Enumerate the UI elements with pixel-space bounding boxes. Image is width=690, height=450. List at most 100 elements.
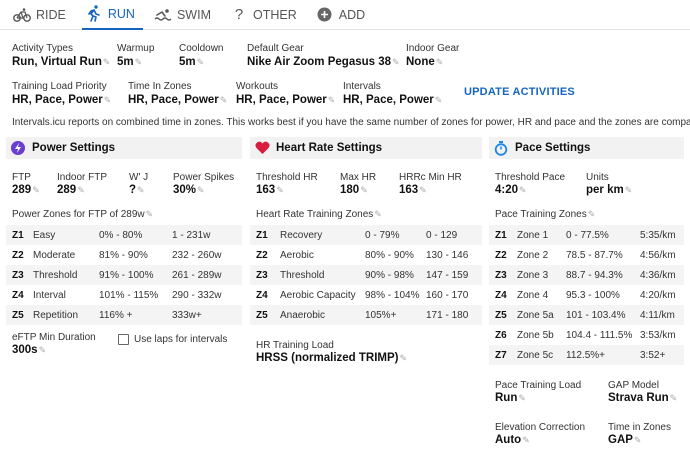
- workouts-label: Workouts: [236, 81, 279, 92]
- tab-add[interactable]: ADD: [313, 0, 373, 30]
- zone-percent: 80% - 90%: [365, 249, 414, 261]
- table-row: Z7 Zone 5c 112.5%+ 3:52+: [489, 345, 684, 365]
- tab-other-label: OTHER: [253, 7, 297, 22]
- activity-types-value[interactable]: Run, Virtual Run✎: [12, 56, 110, 68]
- zone-range: 4:36/km: [640, 269, 676, 281]
- pace-zones-title[interactable]: Pace Training Zones✎: [495, 209, 595, 220]
- zone-code: Z5: [12, 309, 24, 321]
- zones-note: Intervals.icu reports on combined time i…: [12, 117, 690, 128]
- zone-name: Zone 5b: [517, 329, 554, 341]
- table-row: Z2 Aerobic 80% - 90% 130 - 146: [250, 245, 482, 265]
- units-text: per km: [586, 184, 624, 196]
- workouts-value[interactable]: HR, Pace, Power✎: [236, 94, 335, 106]
- tab-run-label: RUN: [107, 6, 135, 21]
- tab-swim[interactable]: SWIM: [151, 0, 219, 30]
- training-load-priority-value[interactable]: HR, Pace, Power✎: [12, 94, 111, 106]
- hr-load-text: HRSS (normalized TRIMP): [256, 352, 399, 364]
- gap-model-value[interactable]: Strava Run✎: [608, 392, 677, 404]
- elevation-correction-value[interactable]: Auto✎: [495, 434, 530, 446]
- zone-range: 4:20/km: [640, 289, 676, 301]
- tab-ride[interactable]: RIDE: [10, 0, 74, 30]
- zone-code: Z3: [256, 269, 268, 281]
- edit-icon: ✎: [392, 57, 400, 67]
- zone-percent: 104.4 - 111.5%: [566, 329, 633, 341]
- plus-circle-icon: [315, 5, 335, 25]
- zone-code: Z2: [256, 249, 268, 261]
- max-hr-value[interactable]: 180✎: [340, 184, 368, 196]
- pace-settings-title: Pace Settings: [515, 142, 591, 154]
- cooldown-text: 5m: [179, 56, 196, 68]
- warmup-text: 5m: [117, 56, 134, 68]
- question-icon: ?: [234, 6, 244, 23]
- edit-icon: ✎: [103, 95, 112, 105]
- ftp-value[interactable]: 289✎: [12, 184, 40, 196]
- pace-tiz-label: Time in Zones: [608, 422, 671, 433]
- tab-run[interactable]: RUN: [81, 0, 143, 30]
- power-zones-title[interactable]: Power Zones for FTP of 289w✎: [12, 209, 153, 220]
- hr-zones-title-text: Heart Rate Training Zones: [256, 209, 374, 220]
- table-row: Z2 Zone 2 78.5 - 87.7% 4:56/km: [489, 245, 684, 265]
- swim-icon: [153, 5, 173, 25]
- units-label: Units: [586, 172, 609, 183]
- zone-range: 232 - 260w: [172, 249, 222, 261]
- time-in-zones-value[interactable]: HR, Pace, Power✎: [128, 94, 227, 106]
- pace-load-value[interactable]: Run✎: [495, 392, 526, 404]
- edit-icon: ✎: [327, 95, 336, 105]
- edit-icon: ✎: [519, 185, 527, 195]
- zone-name: Aerobic Capacity: [280, 289, 356, 301]
- edit-icon: ✎: [587, 209, 596, 219]
- power-zones-table: Z1 Easy 0% - 80% 1 - 231w Z2 Moderate 81% - 9…: [6, 225, 242, 325]
- pace-tiz-value[interactable]: GAP✎: [608, 434, 641, 446]
- table-row: Z6 Zone 5b 104.4 - 111.5% 3:53/km: [489, 325, 684, 345]
- table-row: Z3 Threshold 90% - 98% 147 - 159: [250, 265, 482, 285]
- warmup-value[interactable]: 5m✎: [117, 56, 142, 68]
- tab-ride-label: RIDE: [36, 7, 66, 22]
- power-spikes-value[interactable]: 30%✎: [173, 184, 205, 196]
- hr-zones-title[interactable]: Heart Rate Training Zones✎: [256, 209, 382, 220]
- edit-icon: ✎: [197, 185, 205, 195]
- gap-model-text: Strava Run: [608, 392, 669, 404]
- use-laps-checkbox[interactable]: [118, 334, 129, 345]
- zone-code: Z2: [495, 249, 507, 261]
- table-row: Z3 Threshold 91% - 100% 261 - 289w: [6, 265, 242, 285]
- tab-other[interactable]: ? OTHER: [227, 0, 305, 30]
- zone-percent: 98% - 104%: [365, 289, 420, 301]
- power-spikes-label: Power Spikes: [173, 172, 235, 183]
- zone-percent: 0 - 79%: [365, 229, 400, 241]
- indoor-gear-text: None: [406, 56, 435, 68]
- hr-load-value[interactable]: HRSS (normalized TRIMP)✎: [256, 352, 407, 364]
- threshold-pace-value[interactable]: 4:20✎: [495, 184, 527, 196]
- threshold-hr-text: 163: [256, 184, 276, 196]
- use-laps-label: Use laps for intervals: [134, 334, 228, 345]
- update-activities-button[interactable]: UPDATE ACTIVITIES: [464, 86, 575, 98]
- default-gear-value[interactable]: Nike Air Zoom Pegasus 38✎: [247, 56, 400, 68]
- power-settings-header: Power Settings: [6, 137, 242, 159]
- units-value[interactable]: per km✎: [586, 184, 632, 196]
- workouts-text: HR, Pace, Power: [236, 94, 327, 106]
- hrrc-value[interactable]: 163✎: [399, 184, 427, 196]
- hrrc-label: HRRc Min HR: [399, 172, 462, 183]
- wj-value[interactable]: ?✎: [129, 184, 145, 196]
- eftp-label: eFTP Min Duration: [12, 332, 96, 343]
- cooldown-value[interactable]: 5m✎: [179, 56, 204, 68]
- indoor-ftp-value[interactable]: 289✎: [57, 184, 85, 196]
- table-row: Z5 Repetition 116% + 333w+: [6, 305, 242, 325]
- edit-icon: ✎: [399, 353, 408, 363]
- table-row: Z1 Zone 1 0 - 77.5% 5:35/km: [489, 225, 684, 245]
- eftp-value[interactable]: 300s✎: [12, 344, 46, 356]
- elevation-correction-label: Elevation Correction: [495, 422, 586, 433]
- table-row: Z1 Easy 0% - 80% 1 - 231w: [6, 225, 242, 245]
- table-row: Z4 Aerobic Capacity 98% - 104% 160 - 170: [250, 285, 482, 305]
- zone-code: Z3: [12, 269, 24, 281]
- zone-range: 5:35/km: [640, 229, 676, 241]
- zone-percent: 88.7 - 94.3%: [566, 269, 623, 281]
- intervals-value[interactable]: HR, Pace, Power✎: [343, 94, 442, 106]
- zone-range: 290 - 332w: [172, 289, 222, 301]
- threshold-hr-value[interactable]: 163✎: [256, 184, 284, 196]
- edit-icon: ✎: [134, 57, 143, 67]
- indoor-gear-value[interactable]: None✎: [406, 56, 443, 68]
- power-spikes-text: 30%: [173, 184, 197, 196]
- pace-tiz-text: GAP: [608, 434, 633, 446]
- pace-zones-table: Z1 Zone 1 0 - 77.5% 5:35/km Z2 Zone 2 78.5 - …: [489, 225, 684, 365]
- time-in-zones-text: HR, Pace, Power: [128, 94, 219, 106]
